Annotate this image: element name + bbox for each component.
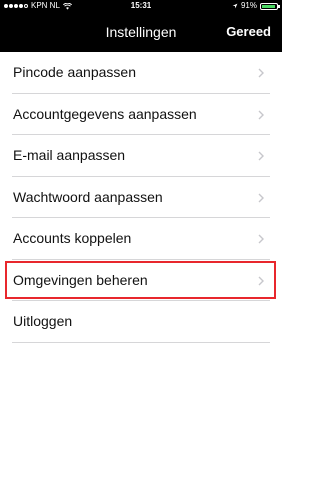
menu-item-label: E-mail aanpassen bbox=[13, 147, 126, 163]
menu-item-label: Pincode aanpassen bbox=[13, 64, 136, 80]
menu-item-label: Wachtwoord aanpassen bbox=[13, 188, 163, 205]
settings-list: Pincode aanpassen Accountgegevens aanpas… bbox=[0, 52, 282, 343]
menu-item-label: Accountgegevens aanpassen bbox=[13, 105, 197, 122]
navigation-bar: Instellingen Gereed bbox=[0, 12, 282, 52]
chevron-right-icon bbox=[258, 68, 264, 78]
chevron-right-icon bbox=[258, 234, 264, 244]
menu-item-pincode[interactable]: Pincode aanpassen bbox=[0, 52, 282, 94]
menu-item-manage-environments[interactable]: Omgevingen beheren bbox=[0, 260, 282, 302]
menu-item-label: Omgevingen beheren bbox=[13, 271, 148, 288]
menu-item-password[interactable]: Wachtwoord aanpassen bbox=[0, 177, 282, 219]
status-bar-right: 91% bbox=[232, 0, 280, 12]
menu-item-link-accounts[interactable]: Accounts koppelen bbox=[0, 218, 282, 260]
menu-item-logout[interactable]: Uitloggen bbox=[0, 301, 282, 343]
chevron-right-icon bbox=[258, 276, 264, 285]
chevron-right-icon bbox=[258, 151, 264, 161]
chevron-right-icon bbox=[258, 193, 264, 202]
menu-item-label: Uitloggen bbox=[13, 313, 73, 329]
chevron-right-icon bbox=[258, 110, 264, 119]
battery-percent: 91% bbox=[240, 1, 257, 10]
status-bar: KPN NL 15:31 91% bbox=[0, 0, 282, 12]
menu-item-email[interactable]: E-mail aanpassen bbox=[0, 135, 282, 177]
menu-item-account-details[interactable]: Accountgegevens aanpassen bbox=[0, 94, 282, 136]
done-button[interactable]: Gereed bbox=[226, 12, 271, 52]
battery-fill bbox=[262, 4, 275, 8]
battery-icon bbox=[260, 2, 280, 10]
location-arrow-icon bbox=[232, 3, 238, 9]
menu-item-label: Accounts koppelen bbox=[13, 230, 132, 246]
